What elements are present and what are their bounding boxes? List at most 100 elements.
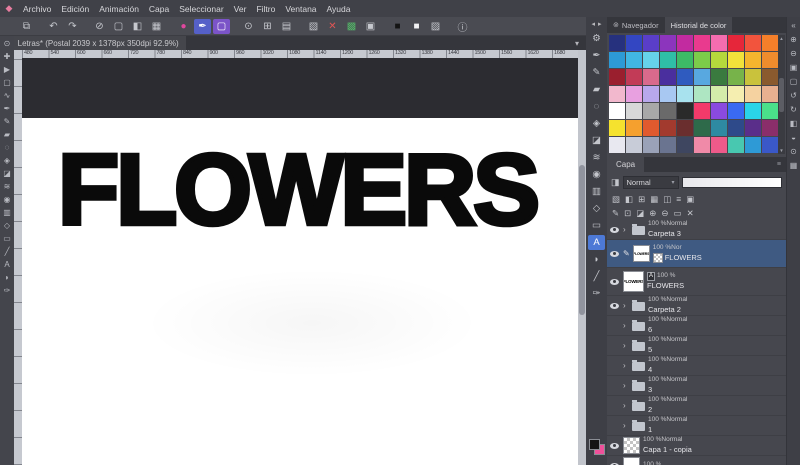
fit-to-screen-icon[interactable]: ▣ <box>790 64 798 72</box>
visibility-eye-icon[interactable] <box>609 442 620 449</box>
enable-mask-icon[interactable]: ▦ <box>650 195 658 204</box>
color-swatch[interactable] <box>728 103 744 119</box>
color-swatch[interactable] <box>643 69 659 85</box>
color-swatch[interactable] <box>745 35 761 51</box>
frame-tool-icon[interactable]: ▭ <box>3 235 11 243</box>
color-swatch[interactable] <box>660 35 676 51</box>
color-swatch[interactable] <box>745 137 761 153</box>
undo-icon[interactable]: ↶ <box>45 19 62 34</box>
color-swatch[interactable] <box>694 69 710 85</box>
color-swatch[interactable] <box>677 86 693 102</box>
fill-tool-icon[interactable]: ◉ <box>588 167 605 182</box>
color-swatch[interactable] <box>609 52 625 68</box>
color-swatch[interactable] <box>677 52 693 68</box>
menu-item-seleccionar[interactable]: Seleccionar <box>174 0 228 17</box>
color-swatch[interactable] <box>745 52 761 68</box>
lasso-tool-icon[interactable]: ∿ <box>4 92 11 100</box>
navigator-zoom-in-icon[interactable]: ⊕ <box>790 36 797 44</box>
color-swatch[interactable] <box>694 103 710 119</box>
gradient-tool-icon[interactable]: ▥ <box>3 209 11 217</box>
color-swatch[interactable] <box>694 137 710 153</box>
color-swatch[interactable] <box>711 86 727 102</box>
color-swatch[interactable] <box>694 35 710 51</box>
layer-thumbnail[interactable]: FLOWERS <box>632 245 650 262</box>
color-swatch[interactable] <box>677 137 693 153</box>
balloon-tool-icon[interactable]: ◗ <box>588 252 605 267</box>
collapse-panel-icon[interactable]: « <box>791 22 795 30</box>
color-swatch[interactable] <box>711 35 727 51</box>
visibility-eye-icon[interactable] <box>609 226 620 233</box>
zoom-tool-icon[interactable]: ⊙ <box>4 40 11 48</box>
deselect-icon[interactable]: ▢ <box>110 19 127 34</box>
color-swatch[interactable] <box>728 137 744 153</box>
transform-icon[interactable]: ▢ <box>213 18 230 34</box>
color-swatch[interactable] <box>643 103 659 119</box>
layer-row-capa-1-copia[interactable]: 100 %Normal Capa 1 - copia <box>607 436 786 456</box>
edit-layer-icon[interactable]: ✎ <box>612 209 619 218</box>
color-swatch[interactable] <box>643 86 659 102</box>
operation-tool-icon[interactable]: ⚙ <box>588 31 605 46</box>
change-layer-color-icon[interactable]: ▧ <box>612 195 620 204</box>
scroll-up-icon[interactable]: ▲ <box>779 36 783 41</box>
two-pane-view-icon[interactable]: ▣ <box>686 195 694 204</box>
color-swatch[interactable] <box>762 86 778 102</box>
transparent-swatch[interactable]: ▨ <box>427 19 444 34</box>
expand-arrow-icon[interactable]: › <box>623 361 629 370</box>
menu-item-archivo[interactable]: Archivo <box>18 0 56 17</box>
visibility-eye-icon[interactable] <box>609 250 620 257</box>
color-swatch[interactable] <box>728 69 744 85</box>
color-wheel-icon[interactable]: ● <box>175 19 192 34</box>
color-swatch[interactable] <box>745 120 761 136</box>
color-swatch[interactable] <box>728 52 744 68</box>
color-swatch[interactable] <box>626 103 642 119</box>
fill-tool-icon[interactable]: ◉ <box>4 196 11 204</box>
pencil-tool-icon[interactable]: ✎ <box>4 118 11 126</box>
eyedropper-tool-icon[interactable]: ✑ <box>588 286 605 301</box>
gradient-tool-icon[interactable]: ▥ <box>588 184 605 199</box>
color-swatch[interactable] <box>660 69 676 85</box>
color-swatch[interactable] <box>762 103 778 119</box>
color-swatch[interactable] <box>762 69 778 85</box>
expand-arrow-icon[interactable]: › <box>623 341 629 350</box>
color-swatch[interactable] <box>626 52 642 68</box>
layer-row-4[interactable]: › 100 %Normal 4 <box>607 356 786 376</box>
color-swatch[interactable] <box>626 137 642 153</box>
selection-border-icon[interactable]: ▦ <box>148 19 165 34</box>
layer-thumbnail[interactable]: FLOWERS <box>623 271 644 292</box>
white-swatch[interactable]: ■ <box>408 19 425 34</box>
black-swatch[interactable]: ■ <box>389 19 406 34</box>
material-panel-icon[interactable]: ▧ <box>305 19 322 34</box>
grid-toggle-icon[interactable]: ▦ <box>790 162 798 170</box>
color-swatch[interactable] <box>762 120 778 136</box>
color-swatch[interactable] <box>711 103 727 119</box>
rotate-left-icon[interactable]: ↺ <box>790 92 797 100</box>
merge-down-icon[interactable]: ⊕ <box>649 209 656 218</box>
color-swatch[interactable] <box>677 120 693 136</box>
layer-row-3[interactable]: › 100 %Normal 3 <box>607 376 786 396</box>
layer-thumbnail[interactable] <box>623 457 640 465</box>
color-swatch[interactable] <box>711 137 727 153</box>
menu-item-edici-n[interactable]: Edición <box>56 0 94 17</box>
document-tab[interactable]: ▣ Letras* (Postal 2039 x 1378px 350dpi 9… <box>0 36 186 50</box>
text-tool-icon[interactable]: A <box>4 261 9 269</box>
eyedropper-tool-icon[interactable]: ✑ <box>4 287 11 295</box>
panel-menu-icon[interactable]: ≡ <box>777 161 781 168</box>
collapse-right-icon[interactable]: ▸ <box>598 20 602 28</box>
color-swatch[interactable] <box>711 52 727 68</box>
line-tool-icon[interactable]: ╱ <box>588 269 605 284</box>
layer-row-flowers[interactable]: ✎ FLOWERS 100 %Nor FLOWERS <box>607 240 786 268</box>
snap-grid-icon[interactable]: ⊞ <box>259 19 276 34</box>
expand-arrow-icon[interactable]: › <box>623 401 629 410</box>
mask-thumbnail[interactable] <box>652 252 663 263</box>
snap-ruler-icon[interactable]: ⊙ <box>240 19 257 34</box>
color-swatch[interactable] <box>626 69 642 85</box>
color-swatch[interactable] <box>711 69 727 85</box>
eraser-tool-icon[interactable]: ◪ <box>3 170 11 178</box>
palette-scrollbar[interactable]: ▲ ▼ <box>778 35 785 154</box>
main-color-swatch[interactable] <box>588 439 600 450</box>
figure-tool-icon[interactable]: ◇ <box>588 201 605 216</box>
color-swatch[interactable] <box>609 35 625 51</box>
flip-horizontal-icon[interactable]: ◧ <box>790 120 798 128</box>
menu-item-animaci-n[interactable]: Animación <box>94 0 144 17</box>
reset-display-icon[interactable]: ⊙ <box>790 148 797 156</box>
